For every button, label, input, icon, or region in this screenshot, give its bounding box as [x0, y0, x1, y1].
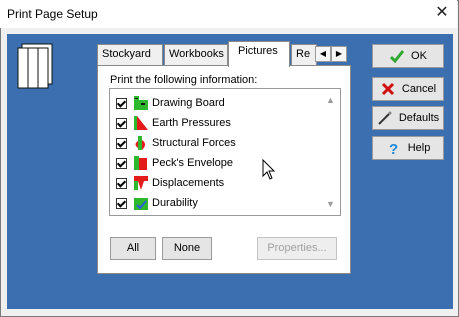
print-info-label: Print the following information:	[110, 74, 258, 86]
structural-forces-checkbox[interactable]	[116, 137, 127, 149]
dialog-title: Print Page Setup	[7, 7, 98, 21]
wand-icon	[377, 110, 393, 126]
durability-label: Durability	[152, 197, 198, 209]
pecks-envelope-icon	[133, 155, 149, 171]
mouse-pointer-icon	[262, 158, 278, 181]
page-layout-icon	[16, 42, 56, 90]
drawing-board-label: Drawing Board	[152, 97, 225, 109]
tab-pictures[interactable]: Pictures	[228, 41, 290, 67]
properties-button[interactable]: Properties...	[257, 237, 337, 260]
pecks-envelope-label: Peck's Envelope	[152, 157, 233, 169]
close-icon[interactable]: ✕	[430, 2, 454, 24]
defaults-label: Defaults	[398, 112, 440, 124]
help-label: Help	[407, 142, 431, 154]
checkmark-icon	[389, 48, 405, 64]
scroll-down-icon[interactable]: ▼	[326, 199, 335, 209]
ok-label: OK	[411, 50, 427, 62]
tab-scroll: ◀ ▶	[315, 46, 347, 62]
tab-scroll-left-icon[interactable]: ◀	[315, 46, 331, 62]
list-item[interactable]: Peck's Envelope	[116, 153, 316, 173]
none-button[interactable]: None	[162, 237, 212, 260]
earth-pressures-label: Earth Pressures	[152, 117, 231, 129]
svg-text:?: ?	[389, 141, 398, 156]
displacements-icon	[133, 175, 149, 191]
structural-forces-label: Structural Forces	[152, 137, 236, 149]
earth-pressures-checkbox[interactable]	[116, 117, 127, 129]
durability-icon	[133, 195, 149, 211]
list-item[interactable]: Structural Forces	[116, 133, 316, 153]
tab-workbooks[interactable]: Workbooks	[164, 44, 228, 66]
durability-checkbox[interactable]	[116, 197, 127, 209]
ok-button[interactable]: OK	[372, 44, 444, 68]
drawing-board-icon	[133, 95, 149, 111]
tab-stockyard[interactable]: Stockyard	[97, 44, 163, 66]
cancel-label: Cancel	[401, 83, 437, 95]
help-button[interactable]: ? Help	[372, 136, 444, 160]
tab-scroll-right-icon[interactable]: ▶	[331, 46, 347, 62]
print-items-list[interactable]: Drawing Board Earth Pressures Structural…	[109, 88, 341, 216]
pecks-envelope-checkbox[interactable]	[116, 157, 127, 169]
defaults-button[interactable]: Defaults	[372, 106, 444, 130]
drawing-board-checkbox[interactable]	[116, 97, 127, 109]
scroll-up-icon[interactable]: ▲	[326, 95, 335, 105]
structural-forces-icon	[133, 135, 149, 151]
cancel-button[interactable]: Cancel	[372, 77, 444, 101]
list-scrollbar[interactable]: ▲ ▼	[322, 89, 340, 215]
list-item[interactable]: Drawing Board	[116, 93, 316, 113]
list-item[interactable]: Earth Pressures	[116, 113, 316, 133]
list-item[interactable]: Displacements	[116, 173, 316, 193]
earth-pressures-icon	[133, 115, 149, 131]
displacements-label: Displacements	[152, 177, 225, 189]
tab-reports[interactable]: Re	[291, 44, 317, 66]
help-question-icon: ?	[386, 140, 402, 158]
all-button[interactable]: All	[110, 237, 156, 260]
list-item[interactable]: Durability	[116, 193, 316, 213]
displacements-checkbox[interactable]	[116, 177, 127, 189]
cancel-x-icon	[380, 81, 396, 97]
